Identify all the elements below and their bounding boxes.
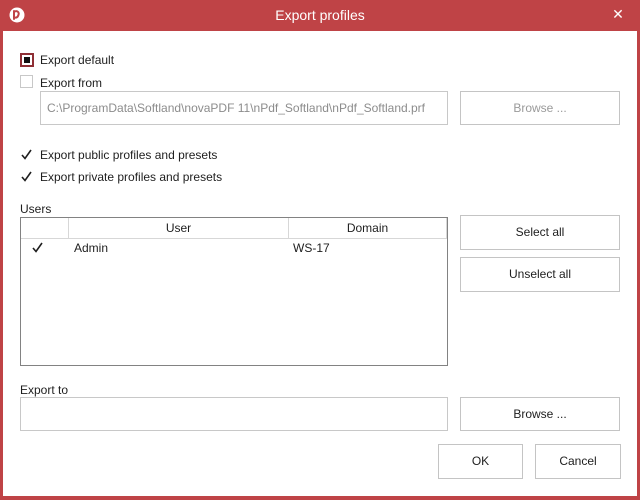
export-from-checkbox[interactable] (20, 75, 33, 88)
select-all-label: Select all (515, 225, 565, 239)
title-bar[interactable]: Export profiles ✕ (0, 0, 640, 31)
export-default-label[interactable]: Export default (40, 53, 114, 67)
user-cell: Admin (74, 241, 109, 255)
dialog-content: Export default Export from C:\ProgramDat… (3, 31, 637, 496)
unselect-all-button[interactable]: Unselect all (460, 257, 620, 292)
ok-label: OK (471, 454, 490, 468)
export-to-label: Export to (20, 383, 69, 397)
browse-button-label: Browse ... (513, 101, 567, 115)
export-from-path-field[interactable]: C:\ProgramData\Softland\novaPDF 11\nPdf_… (40, 91, 448, 125)
export-from-label[interactable]: Export from (40, 76, 102, 90)
close-button[interactable]: ✕ (606, 4, 630, 26)
window-title: Export profiles (275, 7, 365, 23)
export-public-checkbox[interactable] (20, 148, 33, 161)
export-public-label[interactable]: Export public profiles and presets (40, 148, 217, 162)
users-list-header: User Domain (21, 218, 447, 239)
header-domain[interactable]: Domain (289, 218, 447, 239)
export-to-field[interactable] (20, 397, 448, 431)
browse-button-label: Browse ... (513, 407, 567, 421)
export-from-browse-button[interactable]: Browse ... (460, 91, 620, 125)
indeterminate-mark-icon (24, 57, 30, 63)
row-checkbox[interactable] (31, 241, 44, 254)
header-user[interactable]: User (69, 218, 289, 239)
domain-cell: WS-17 (293, 241, 330, 255)
ok-button[interactable]: OK (438, 444, 523, 479)
users-group-label: Users (20, 202, 52, 216)
checkmark-icon (21, 149, 32, 160)
export-default-checkbox[interactable] (20, 53, 34, 67)
cancel-button[interactable]: Cancel (535, 444, 621, 479)
table-row[interactable]: Admin WS-17 (21, 239, 447, 257)
checkmark-icon (21, 171, 32, 182)
users-list[interactable]: User Domain Admin WS-17 (20, 217, 448, 366)
export-to-browse-button[interactable]: Browse ... (460, 397, 620, 431)
export-profiles-dialog: Export profiles ✕ Export default Export … (0, 0, 640, 500)
close-icon: ✕ (612, 6, 624, 22)
select-all-button[interactable]: Select all (460, 215, 620, 250)
export-from-path-value: C:\ProgramData\Softland\novaPDF 11\nPdf_… (47, 101, 425, 115)
unselect-all-label: Unselect all (508, 267, 572, 281)
export-private-checkbox[interactable] (20, 170, 33, 183)
checkmark-icon (32, 242, 43, 253)
cancel-label: Cancel (559, 454, 597, 468)
export-private-label[interactable]: Export private profiles and presets (40, 170, 222, 184)
header-checkbox-column[interactable] (21, 218, 69, 239)
